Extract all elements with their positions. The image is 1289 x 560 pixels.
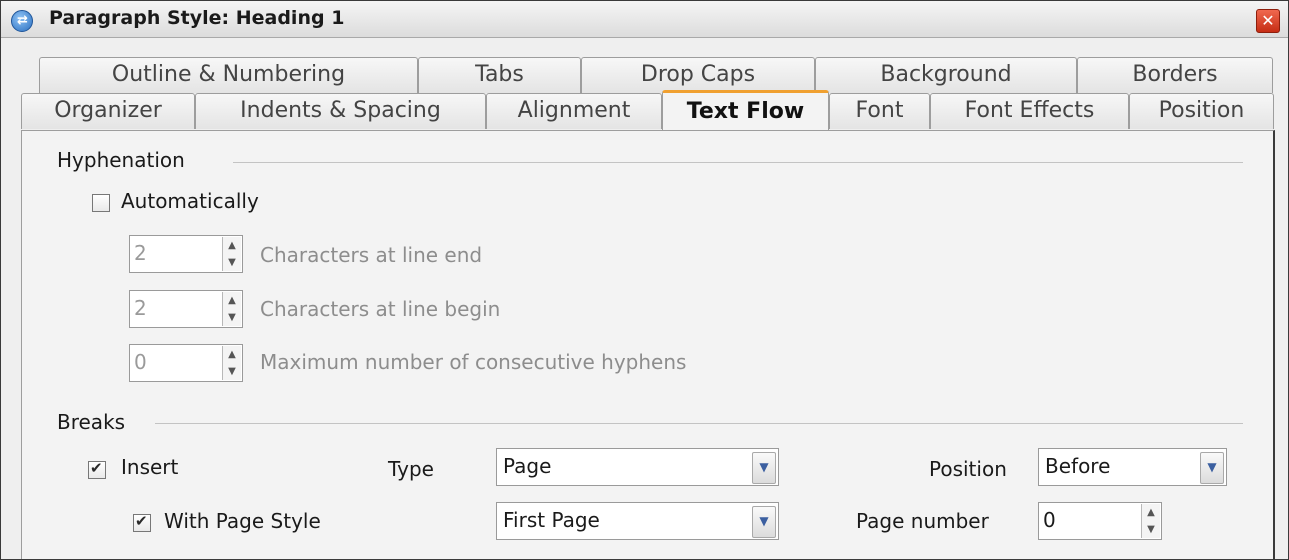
tab-outline-numbering[interactable]: Outline & Numbering [39, 57, 418, 93]
chars-line-end-spinbox[interactable]: 2 ▲ ▼ [129, 235, 243, 273]
position-label: Position [929, 457, 1007, 481]
type-dropdown[interactable]: Page ▼ [496, 448, 779, 486]
breaks-divider [155, 423, 1243, 424]
breaks-section-label: Breaks [57, 410, 126, 434]
paragraph-style-dialog: ⇄ Paragraph Style: Heading 1 ✕ Outline &… [0, 0, 1289, 560]
spin-down-icon[interactable]: ▼ [1142, 521, 1160, 538]
tab-borders[interactable]: Borders [1077, 57, 1273, 93]
max-hyphens-label-text: Maximum number of consecutive hyphens [260, 350, 687, 374]
tab-font-effects[interactable]: Font Effects [930, 93, 1129, 129]
app-icon: ⇄ [11, 10, 33, 32]
spin-down-icon[interactable]: ▼ [223, 254, 241, 271]
with-page-style-checkbox[interactable] [133, 512, 151, 532]
spin-down-icon[interactable]: ▼ [223, 309, 241, 326]
page-style-dropdown-value: First Page [503, 508, 600, 532]
chars-line-begin-label: Characters at line begin [260, 297, 501, 321]
position-dropdown[interactable]: Before ▼ [1038, 448, 1227, 486]
insert-checkbox[interactable] [88, 459, 106, 479]
tab-tabs[interactable]: Tabs [418, 57, 581, 93]
max-hyphens-value: 0 [134, 350, 147, 374]
chars-line-begin-spinbox[interactable]: 2 ▲ ▼ [129, 290, 243, 328]
tab-indents-spacing[interactable]: Indents & Spacing [195, 93, 486, 129]
chars-line-end-value: 2 [134, 241, 147, 265]
spin-up-icon[interactable]: ▲ [223, 292, 241, 309]
type-dropdown-value: Page [503, 454, 552, 478]
chevron-down-icon[interactable]: ▼ [752, 506, 776, 538]
max-hyphens-spinbox[interactable]: 0 ▲ ▼ [129, 344, 243, 382]
tab-text-flow[interactable]: Text Flow [662, 90, 829, 130]
page-number-label: Page number [856, 509, 989, 533]
page-number-value: 0 [1043, 508, 1056, 532]
chars-line-begin-value: 2 [134, 296, 147, 320]
tab-position[interactable]: Position [1129, 93, 1274, 129]
close-button[interactable]: ✕ [1256, 9, 1280, 33]
type-label: Type [388, 457, 434, 481]
spin-up-icon[interactable]: ▲ [223, 346, 241, 363]
automatically-label: Automatically [121, 189, 259, 213]
title-bar: ⇄ Paragraph Style: Heading 1 ✕ [1, 1, 1288, 38]
automatically-checkbox[interactable] [92, 194, 110, 212]
tab-alignment[interactable]: Alignment [486, 93, 662, 129]
position-dropdown-value: Before [1045, 454, 1111, 478]
page-style-dropdown[interactable]: First Page ▼ [496, 502, 779, 540]
chevron-down-icon[interactable]: ▼ [752, 452, 776, 484]
tab-organizer[interactable]: Organizer [21, 93, 195, 129]
hyphenation-section-label: Hyphenation [57, 148, 185, 172]
hyphenation-divider [233, 162, 1243, 163]
spin-up-icon[interactable]: ▲ [1142, 504, 1160, 521]
insert-label: Insert [121, 455, 179, 479]
chars-line-end-label: Characters at line end [260, 243, 483, 267]
with-page-style-label: With Page Style [164, 509, 321, 533]
tab-background[interactable]: Background [815, 57, 1077, 93]
tab-drop-caps[interactable]: Drop Caps [581, 57, 815, 93]
spin-up-icon[interactable]: ▲ [223, 237, 241, 254]
window-title: Paragraph Style: Heading 1 [49, 7, 345, 29]
page-number-spinbox[interactable]: 0 ▲ ▼ [1038, 502, 1162, 540]
spin-down-icon[interactable]: ▼ [223, 363, 241, 380]
chevron-down-icon[interactable]: ▼ [1200, 452, 1224, 484]
tab-font[interactable]: Font [829, 93, 930, 129]
